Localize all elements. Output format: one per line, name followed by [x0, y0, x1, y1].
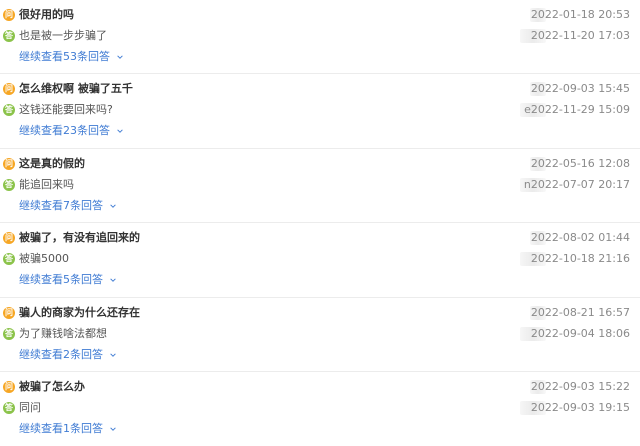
qa-item: 问 很好用的吗 2022-01-18 20:53 答 也是被一步步骗了 2022…	[0, 0, 640, 75]
answer-row: 答 被骗5000 2022-10-18 21:16	[3, 251, 630, 269]
view-more-answers-link[interactable]: 继续查看23条回答	[19, 124, 124, 138]
answer-badge-icon: 答	[3, 30, 15, 42]
answer-time-value: 2022-10-18 21:16	[530, 252, 630, 266]
answer-time: 2022-09-03 19:15	[531, 400, 630, 416]
question-badge-icon: 问	[3, 157, 15, 170]
answer-text: 被骗5000	[19, 252, 69, 266]
question-time: 2022-08-02 01:44	[531, 230, 630, 246]
answer-time-value: 2022-07-07 20:17	[530, 177, 630, 191]
question-text[interactable]: 骗人的商家为什么还存在	[19, 305, 140, 321]
answer-time-value: 2022-09-03 19:15	[530, 400, 630, 414]
question-time-value: 2022-05-16 12:08	[530, 156, 630, 170]
chevron-down-icon	[109, 204, 116, 208]
view-more-answers-link[interactable]: 继续查看5条回答	[19, 273, 117, 287]
qa-item: 问 骗人的商家为什么还存在 2022-08-21 16:57 答 为了赚钱啥法都…	[0, 298, 640, 372]
question-badge-icon: 问	[3, 9, 15, 21]
chevron-down-icon	[109, 427, 116, 431]
answer-text: 能追回来吗	[19, 177, 74, 191]
answer-badge-icon: 答	[3, 327, 15, 340]
question-row: 问 很好用的吗 2022-01-18 20:53	[3, 7, 630, 25]
question-time: 2022-05-16 12:08	[531, 156, 630, 172]
answer-time: 2022-11-20 17:03	[531, 28, 630, 44]
qa-item: 问 被骗了怎么办 2022-09-03 15:22 答 同问 2022-09-0…	[0, 372, 640, 446]
answer-row: 答 也是被一步步骗了 2022-11-20 17:03	[3, 28, 630, 46]
answer-text: 同问	[19, 400, 41, 414]
answer-time-value: 2022-09-04 18:06	[530, 326, 630, 340]
question-row: 问 骗人的商家为什么还存在 2022-08-21 16:57	[3, 305, 630, 323]
answer-text: 这钱还能要回来吗?	[19, 103, 113, 117]
view-more-label: 继续查看53条回答	[19, 50, 110, 63]
qa-item: 问 怎么维权啊 被骗了五千 2022-09-03 15:45 答 这钱还能要回来…	[0, 74, 640, 149]
answer-row: 答 为了赚钱啥法都想 2022-09-04 18:06	[3, 326, 630, 344]
question-time: 2022-08-21 16:57	[531, 305, 630, 321]
view-more-label: 继续查看1条回答	[19, 421, 103, 435]
view-more-answers-link[interactable]: 继续查看53条回答	[19, 50, 124, 64]
question-text[interactable]: 很好用的吗	[19, 7, 74, 23]
answer-row: 答 这钱还能要回来吗? e2022-11-29 15:09	[3, 102, 630, 120]
question-text[interactable]: 这是真的假的	[19, 156, 85, 172]
question-row: 问 被骗了怎么办 2022-09-03 15:22	[3, 379, 630, 397]
chevron-down-icon	[109, 353, 116, 357]
qa-list: 问 很好用的吗 2022-01-18 20:53 答 也是被一步步骗了 2022…	[0, 0, 640, 446]
answer-badge-icon: 答	[3, 253, 15, 266]
question-badge-icon: 问	[3, 306, 15, 319]
question-row: 问 被骗了，有没有追回来的 2022-08-02 01:44	[3, 230, 630, 248]
question-time: 2022-09-03 15:45	[531, 81, 630, 97]
view-more-label: 继续查看7条回答	[19, 198, 103, 212]
question-text[interactable]: 被骗了怎么办	[19, 379, 85, 395]
answer-time: 2022-10-18 21:16	[531, 251, 630, 267]
question-text[interactable]: 被骗了，有没有追回来的	[19, 230, 140, 246]
answer-time: n2022-07-07 20:17	[524, 177, 630, 193]
chevron-down-icon	[109, 278, 116, 283]
question-row: 问 怎么维权啊 被骗了五千 2022-09-03 15:45	[3, 81, 630, 99]
question-time: 2022-09-03 15:22	[531, 379, 630, 395]
question-time-value: 2022-01-18 20:53	[530, 8, 630, 21]
question-time-value: 2022-08-02 01:44	[530, 231, 630, 245]
answer-badge-icon: 答	[3, 104, 15, 117]
view-more-answers-link[interactable]: 继续查看7条回答	[19, 199, 117, 213]
view-more-label: 继续查看2条回答	[19, 347, 103, 361]
question-text[interactable]: 怎么维权啊 被骗了五千	[19, 81, 133, 97]
view-more-answers-link[interactable]: 继续查看1条回答	[19, 422, 117, 436]
answer-row: 答 同问 2022-09-03 19:15	[3, 400, 630, 418]
answer-text: 为了赚钱啥法都想	[19, 326, 107, 340]
answer-text: 也是被一步步骗了	[19, 29, 107, 42]
question-time-value: 2022-09-03 15:45	[530, 82, 630, 96]
chevron-down-icon	[116, 129, 123, 134]
answer-time-value: 2022-11-20 17:03	[530, 29, 630, 42]
view-more-answers-link[interactable]: 继续查看2条回答	[19, 348, 117, 362]
answer-row: 答 能追回来吗 n2022-07-07 20:17	[3, 177, 630, 195]
view-more-label: 继续查看5条回答	[19, 273, 103, 287]
question-badge-icon: 问	[3, 232, 15, 245]
answer-time-prefix: e	[524, 103, 531, 117]
view-more-label: 继续查看23条回答	[19, 124, 110, 138]
answer-badge-icon: 答	[3, 401, 15, 414]
question-badge-icon: 问	[3, 380, 15, 393]
question-badge-icon: 问	[3, 83, 15, 96]
question-time-value: 2022-08-21 16:57	[530, 305, 630, 319]
question-row: 问 这是真的假的 2022-05-16 12:08	[3, 156, 630, 174]
question-time: 2022-01-18 20:53	[531, 7, 630, 23]
answer-time-value: 2022-11-29 15:09	[530, 103, 630, 117]
answer-time: 2022-09-04 18:06	[531, 326, 630, 342]
question-time-value: 2022-09-03 15:22	[530, 379, 630, 393]
chevron-down-icon	[116, 55, 123, 59]
answer-time: e2022-11-29 15:09	[524, 102, 630, 118]
qa-item: 问 被骗了，有没有追回来的 2022-08-02 01:44 答 被骗5000 …	[0, 223, 640, 298]
answer-time-prefix: n	[523, 177, 531, 191]
qa-item: 问 这是真的假的 2022-05-16 12:08 答 能追回来吗 n2022-…	[0, 149, 640, 224]
answer-badge-icon: 答	[3, 178, 15, 191]
